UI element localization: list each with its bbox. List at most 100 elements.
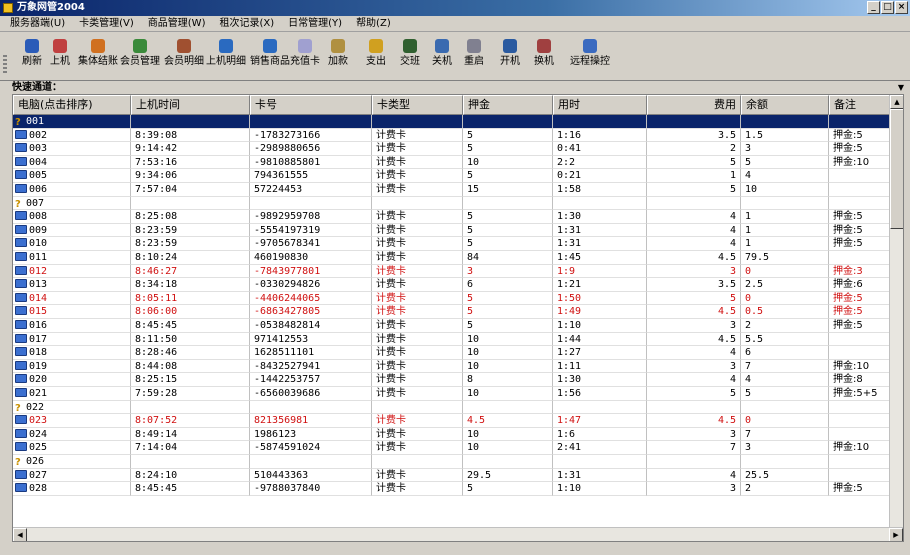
table-row[interactable]: ? 007: [13, 196, 903, 211]
cell-balance: 7: [741, 427, 829, 442]
table-row[interactable]: ? 022: [13, 400, 903, 415]
column-header[interactable]: 电脑(点击排序): [13, 95, 131, 115]
toolbar-button-switch-machine[interactable]: 换机: [534, 39, 554, 67]
toolbar-button-remote-control[interactable]: 远程操控: [570, 39, 610, 67]
cell-note: [829, 427, 891, 442]
column-header[interactable]: 卡号: [250, 95, 372, 115]
scroll-left-icon[interactable]: ◀: [13, 528, 27, 541]
minimize-button[interactable]: _: [867, 1, 880, 14]
column-header[interactable]: 押金: [463, 95, 553, 115]
cell-note: [829, 251, 891, 265]
computer-online-icon: [15, 306, 27, 316]
computer-online-icon: [15, 347, 27, 357]
toolbar-button-group-checkout[interactable]: 集体结账: [78, 39, 118, 67]
menu-rental-records[interactable]: 租次记录(X): [212, 16, 281, 31]
cell-fee: 4: [647, 373, 741, 387]
table-row[interactable]: 018 8:28:46 1628511101 计费卡 10 1:27 4 6: [13, 346, 903, 360]
table-row[interactable]: 020 8:25:15 -1442253757 计费卡 8 1:30 4 4 押金:8: [13, 373, 903, 387]
menu-daily-manage[interactable]: 日常管理(Y): [281, 16, 349, 31]
cell-time: 7:53:16: [131, 155, 250, 170]
cell-note: 押金:5: [829, 142, 891, 156]
restart-icon: [467, 39, 481, 53]
computer-number: 006: [29, 184, 48, 195]
table-row[interactable]: 019 8:44:08 -8432527941 计费卡 10 1:11 3 7 押金:10: [13, 359, 903, 374]
cell-card: -9892959708: [250, 210, 372, 224]
table-row[interactable]: 006 7:57:04 57224453 计费卡 15 1:58 5 10: [13, 183, 903, 197]
cell-fee: 4.5: [647, 414, 741, 428]
menu-goods-manage[interactable]: 商品管理(W): [141, 16, 213, 31]
toolbar-button-shutdown[interactable]: 关机: [432, 39, 452, 67]
table-row[interactable]: 011 8:10:24 460190830 计费卡 84 1:45 4.5 79.5: [13, 251, 903, 265]
column-header[interactable]: 备注: [829, 95, 891, 115]
cell-time: 8:05:11: [131, 291, 250, 306]
cell-used: 1:11: [553, 359, 647, 374]
cell-used: 1:56: [553, 387, 647, 401]
maximize-button[interactable]: □: [881, 1, 894, 14]
cell-deposit: 5: [463, 210, 553, 224]
cell-balance: [741, 115, 829, 129]
cell-pc: 004: [13, 155, 131, 170]
cell-deposit: 5: [463, 319, 553, 333]
table-row[interactable]: 014 8:05:11 -4406244065 计费卡 5 1:50 5 0 押金:5: [13, 291, 903, 306]
table-row[interactable]: 023 8:07:52 821356981 计费卡 4.5 1:47 4.5 0: [13, 414, 903, 428]
column-header[interactable]: 余额: [741, 95, 829, 115]
toolbar-button-logon-detail[interactable]: 上机明细: [206, 39, 246, 67]
close-button[interactable]: ×: [895, 1, 908, 14]
table-row[interactable]: ? 001: [13, 115, 903, 129]
toolbar-button-member-detail[interactable]: 会员明细: [164, 39, 204, 67]
column-header[interactable]: 上机时间: [131, 95, 250, 115]
table-row[interactable]: 017 8:11:50 971412553 计费卡 10 1:44 4.5 5.5: [13, 332, 903, 347]
scroll-up-icon[interactable]: ▲: [890, 95, 903, 109]
table-row[interactable]: 025 7:14:04 -5874591024 计费卡 10 2:41 7 3 押金:10: [13, 441, 903, 455]
toolbar-button-logon[interactable]: 上机: [50, 39, 70, 67]
toolbar-grip-handle[interactable]: [3, 55, 7, 75]
menu-server[interactable]: 服务器端(U): [0, 16, 72, 31]
vertical-scrollbar[interactable]: ▲: [889, 95, 903, 529]
table-row[interactable]: 028 8:45:45 -9788037840 计费卡 5 1:10 3 2 押金:5: [13, 482, 903, 496]
toolbar-button-recharge-card[interactable]: 充值卡: [290, 39, 320, 67]
cell-balance: 10: [741, 183, 829, 197]
toolbar-button-label: 充值卡: [290, 56, 320, 67]
toolbar-button-restart[interactable]: 重启: [464, 39, 484, 67]
table-row[interactable]: 009 8:23:59 -5554197319 计费卡 5 1:31 4 1 押金:5: [13, 223, 903, 238]
table-row[interactable]: 010 8:23:59 -9705678341 计费卡 5 1:31 4 1 押金:5: [13, 237, 903, 251]
table-row[interactable]: 027 8:24:10 510443363 计费卡 29.5 1:31 4 25.5: [13, 468, 903, 483]
column-header[interactable]: 卡类型: [372, 95, 463, 115]
table-row[interactable]: ? 026: [13, 455, 903, 469]
quick-channel-bar: 快速通道： ▼: [0, 82, 910, 94]
cell-deposit: 10: [463, 441, 553, 455]
table-row[interactable]: 012 8:46:27 -7843977801 计费卡 3 1:9 3 0 押金:3: [13, 264, 903, 279]
table-row[interactable]: 021 7:59:28 -6560039686 计费卡 10 1:56 5 5 押金:5+5: [13, 387, 903, 401]
table-row[interactable]: 004 7:53:16 -9810885801 计费卡 10 2:2 5 5 押金:10: [13, 155, 903, 170]
table-row[interactable]: 003 9:14:42 -2989880656 计费卡 5 0:41 2 3 押金:5: [13, 142, 903, 156]
table-row[interactable]: 024 8:49:14 1986123 计费卡 10 1:6 3 7: [13, 427, 903, 442]
cell-used: 1:50: [553, 291, 647, 306]
toolbar-button-expense[interactable]: 支出: [366, 39, 386, 67]
menu-help[interactable]: 帮助(Z): [349, 16, 398, 31]
table-row[interactable]: 002 8:39:08 -1783273166 计费卡 5 1:16 3.5 1.5 押金:5: [13, 128, 903, 143]
cell-used: 1:47: [553, 414, 647, 428]
chevron-down-icon[interactable]: ▼: [898, 83, 904, 92]
toolbar-button-refresh[interactable]: 刷新: [22, 39, 42, 67]
toolbar-button-shift-change[interactable]: 交班: [400, 39, 420, 67]
toolbar-button-sell-goods[interactable]: 销售商品: [250, 39, 290, 67]
toolbar-button-poweron[interactable]: 开机: [500, 39, 520, 67]
table-row[interactable]: 015 8:06:00 -6863427805 计费卡 5 1:49 4.5 0.5 押金:5: [13, 305, 903, 319]
member-detail-icon: [177, 39, 191, 53]
table-row[interactable]: 005 9:34:06 794361555 计费卡 5 0:21 1 4: [13, 169, 903, 183]
toolbar-button-add-money[interactable]: 加款: [328, 39, 348, 67]
menu-card-manage[interactable]: 卡类管理(V): [72, 16, 141, 31]
table-row[interactable]: 016 8:45:45 -0538482814 计费卡 5 1:10 3 2 押金:5: [13, 319, 903, 333]
column-header[interactable]: 费用: [647, 95, 741, 115]
cell-note: [829, 183, 891, 197]
cell-balance: [741, 196, 829, 211]
group-checkout-icon: [91, 39, 105, 53]
toolbar-button-member-manage[interactable]: 会员管理: [120, 39, 160, 67]
cell-time: 9:34:06: [131, 169, 250, 183]
table-row[interactable]: 008 8:25:08 -9892959708 计费卡 5 1:30 4 1 押金:5: [13, 210, 903, 224]
horizontal-scrollbar[interactable]: ◀ ▶: [13, 527, 903, 541]
scroll-thumb[interactable]: [890, 109, 903, 229]
column-header[interactable]: 用时: [553, 95, 647, 115]
table-row[interactable]: 013 8:34:18 -0330294826 计费卡 6 1:21 3.5 2.5 押金:6: [13, 278, 903, 292]
scroll-right-icon[interactable]: ▶: [889, 528, 903, 541]
